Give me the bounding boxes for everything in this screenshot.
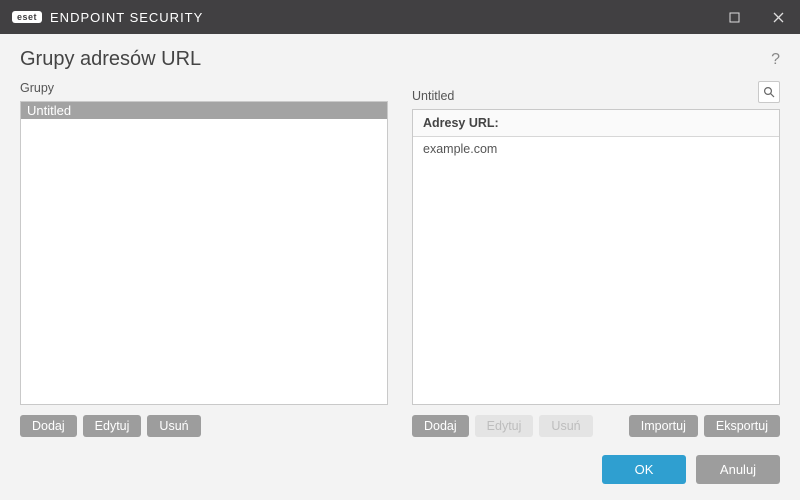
urls-table-header: Adresy URL:	[413, 110, 779, 137]
groups-edit-button[interactable]: Edytuj	[83, 415, 142, 437]
table-row[interactable]: example.com	[413, 137, 779, 161]
brand-text: ENDPOINT SECURITY	[50, 10, 203, 25]
urls-button-row: Dodaj Edytuj Usuń Importuj Eksportuj	[412, 415, 780, 437]
brand-logo: eset	[12, 11, 42, 23]
list-item[interactable]: Untitled	[21, 102, 387, 119]
urls-table-body[interactable]: example.com	[413, 137, 779, 404]
brand: eset ENDPOINT SECURITY	[12, 10, 203, 25]
groups-add-button[interactable]: Dodaj	[20, 415, 77, 437]
titlebar: eset ENDPOINT SECURITY	[0, 0, 800, 34]
urls-edit-button[interactable]: Edytuj	[475, 415, 534, 437]
urls-label-row: Untitled	[412, 81, 780, 103]
header-row: Grupy adresów URL ?	[0, 34, 800, 77]
groups-listbox[interactable]: Untitled	[20, 101, 388, 405]
groups-label: Grupy	[20, 81, 388, 95]
groups-delete-button[interactable]: Usuń	[147, 415, 200, 437]
help-icon[interactable]: ?	[771, 51, 780, 69]
close-button[interactable]	[756, 0, 800, 34]
content: Grupy Untitled Dodaj Edytuj Usuń Untitle…	[0, 77, 800, 437]
search-icon	[763, 86, 775, 98]
window-controls	[712, 0, 800, 34]
urls-export-button[interactable]: Eksportuj	[704, 415, 780, 437]
footer: OK Anuluj	[0, 437, 800, 500]
search-button[interactable]	[758, 81, 780, 103]
cancel-button[interactable]: Anuluj	[696, 455, 780, 484]
page-title: Grupy adresów URL	[20, 48, 201, 71]
urls-add-button[interactable]: Dodaj	[412, 415, 469, 437]
urls-import-button[interactable]: Importuj	[629, 415, 698, 437]
urls-delete-button[interactable]: Usuń	[539, 415, 592, 437]
groups-button-row: Dodaj Edytuj Usuń	[20, 415, 388, 437]
ok-button[interactable]: OK	[602, 455, 686, 484]
spacer	[599, 415, 623, 437]
close-icon	[773, 12, 784, 23]
maximize-icon	[729, 12, 740, 23]
urls-column: Untitled Adresy URL: example.com Dodaj E…	[412, 81, 780, 437]
urls-table: Adresy URL: example.com	[412, 109, 780, 405]
urls-label: Untitled	[412, 89, 454, 103]
maximize-button[interactable]	[712, 0, 756, 34]
groups-column: Grupy Untitled Dodaj Edytuj Usuń	[20, 81, 388, 437]
